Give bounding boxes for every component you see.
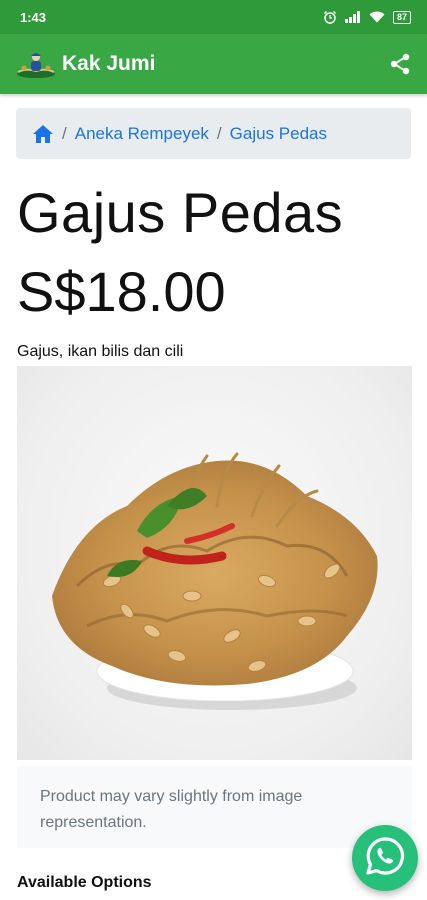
wifi-icon (369, 11, 385, 23)
breadcrumb-separator: / (62, 123, 67, 143)
status-icons: 87 (323, 10, 411, 24)
status-time: 1:43 (20, 9, 47, 25)
app-bar: Kak Jumi (0, 34, 427, 94)
product-description: Gajus, ikan bilis dan cili (17, 343, 184, 360)
signal-icon (344, 11, 361, 23)
breadcrumb-separator: / (216, 123, 222, 143)
alarm-icon (323, 10, 337, 24)
whatsapp-button[interactable] (352, 825, 418, 891)
logo-icon[interactable] (16, 48, 56, 80)
breadcrumb-link-category[interactable]: Aneka Rempeyek (75, 124, 209, 144)
breadcrumb: / Aneka Rempeyek / Gajus Pedas (16, 108, 411, 159)
battery-icon: 87 (392, 10, 411, 24)
breadcrumb-link-product[interactable]: Gajus Pedas (230, 124, 327, 144)
image-disclaimer: Product may vary slightly from image rep… (17, 766, 412, 848)
product-title: Gajus Pedas (17, 181, 344, 244)
whatsapp-icon (364, 835, 406, 882)
app-title: Kak Jumi (62, 52, 156, 75)
share-icon[interactable] (387, 51, 413, 77)
home-icon[interactable] (32, 124, 54, 144)
status-bar: 1:43 87 (0, 0, 427, 34)
product-price: S$18.00 (17, 260, 226, 323)
product-image (17, 366, 412, 760)
available-options-heading: Available Options (17, 874, 152, 891)
